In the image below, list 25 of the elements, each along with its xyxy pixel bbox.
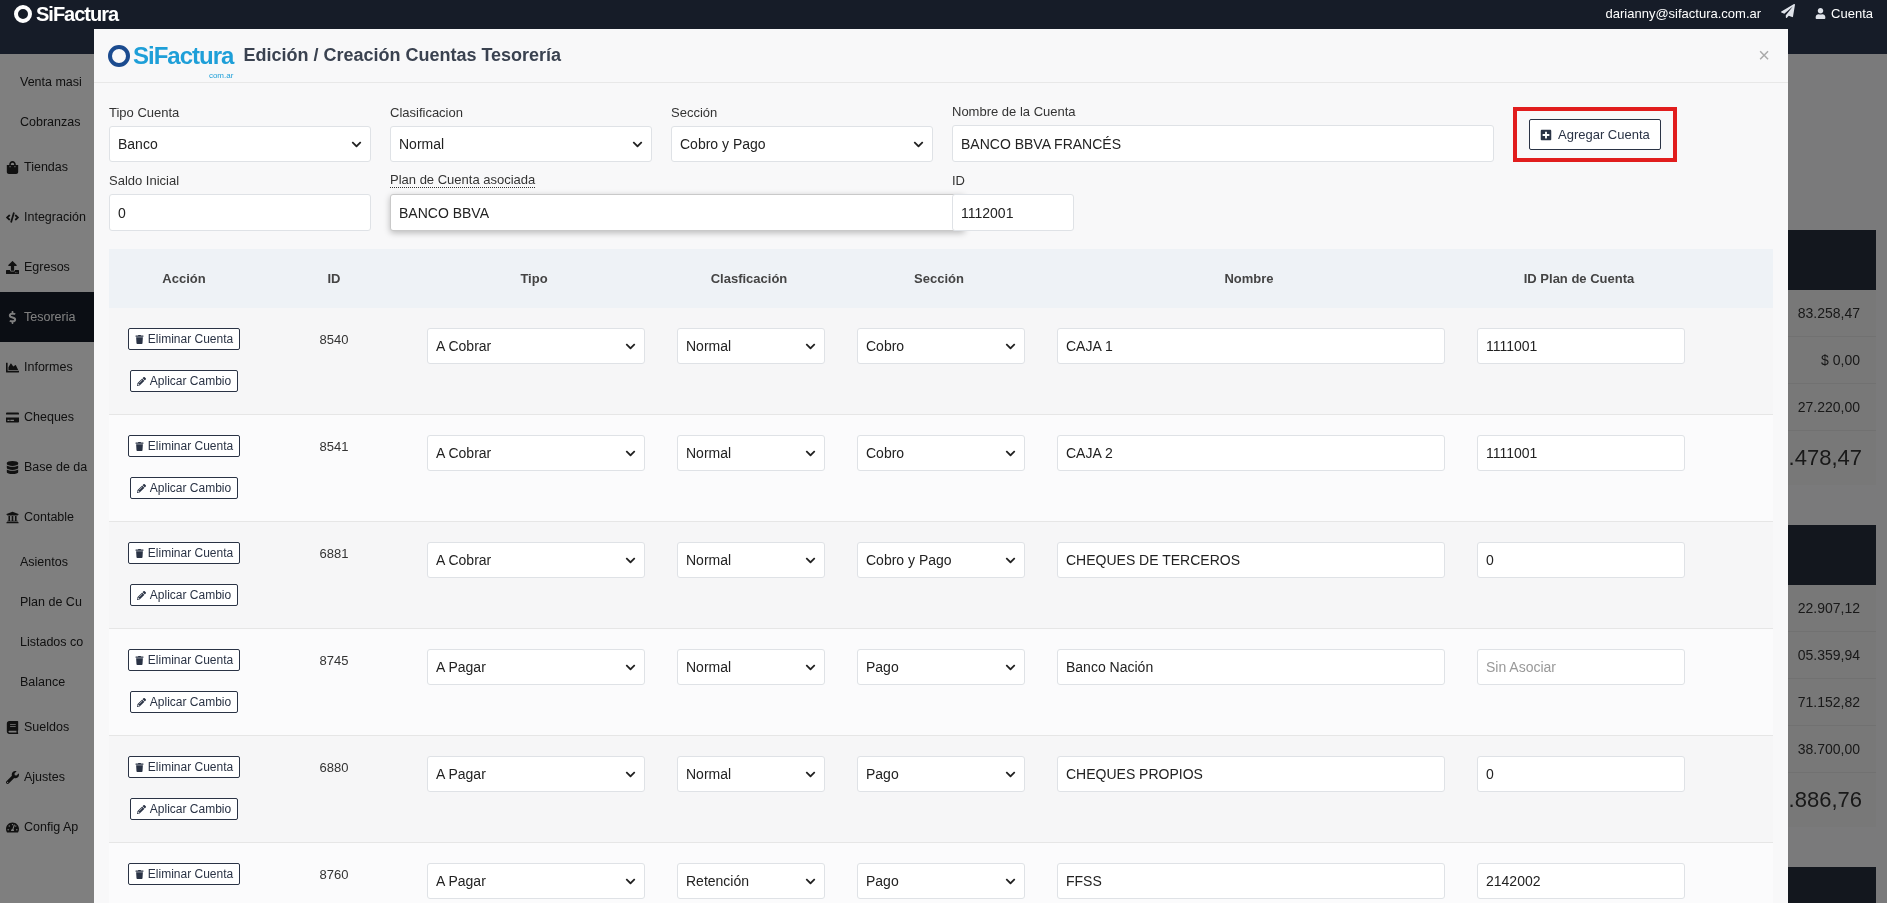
column-header: Acción: [161, 271, 207, 286]
table-cell-text: 8745: [318, 652, 350, 668]
field-label: Tipo Cuenta: [109, 105, 180, 120]
field-label: Nombre de la Cuenta: [952, 104, 1076, 119]
table-cell-text: 8760: [318, 866, 350, 882]
total-amount: .478,47: [1788, 444, 1863, 472]
total-amount: .886,76: [1788, 786, 1863, 814]
field-label: ID: [952, 173, 965, 188]
field-label: Sección: [671, 105, 718, 120]
table-cell-text: 6880: [318, 759, 350, 775]
column-header: Tipo: [519, 271, 549, 286]
table-cell-text: 8541: [318, 438, 350, 454]
column-header: Nombre: [1223, 271, 1275, 286]
column-header: Sección: [913, 271, 965, 286]
modal-title: Edición / Creación Cuentas Tesorería: [243, 45, 562, 66]
table-cell-text: 8540: [318, 331, 350, 347]
logo: SiFactura: [133, 41, 234, 70]
table-cell-text: 6881: [318, 545, 350, 561]
field-label: Plan de Cuenta asociada: [390, 172, 536, 188]
column-header: ID: [326, 271, 342, 286]
field-label: Saldo Inicial: [109, 173, 180, 188]
column-header: Clasficación: [709, 271, 789, 286]
column-header: ID Plan de Cuenta: [1522, 271, 1636, 286]
field-label: Clasificacion: [390, 105, 463, 120]
logo-domain: com.ar: [208, 70, 234, 80]
